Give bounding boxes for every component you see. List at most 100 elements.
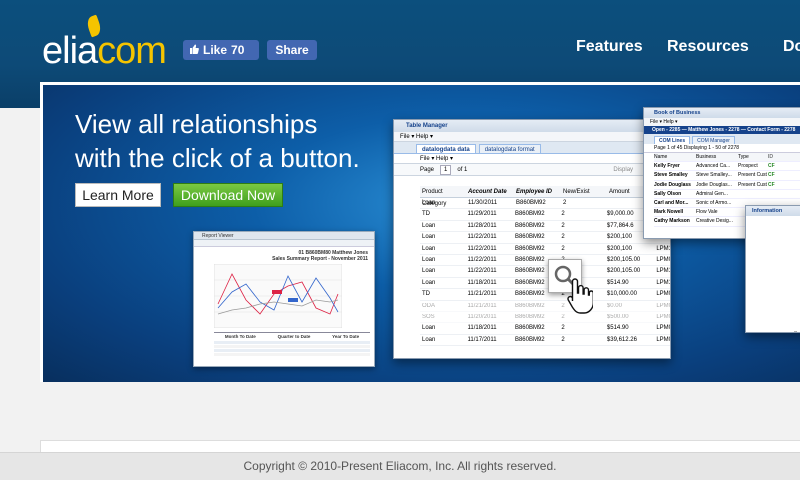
report-window-title: Report Viewer [194,232,374,240]
info-field-label: Birt [746,216,800,225]
table-row[interactable]: ODA 11/21/2011 B860BM92 2 $0.00 LPM0 [420,301,671,312]
col-name[interactable]: Name [654,153,696,161]
download-now-button[interactable]: Download Now [173,183,283,207]
info-field-label: Produ [746,269,800,278]
col-business[interactable]: Business [696,153,738,161]
cell-product-category: Loan [422,325,436,332]
cell-type [738,190,768,198]
hero-headline: View all relationships with the click of… [75,107,360,175]
tab-com-lines[interactable]: COM Lines [654,136,691,144]
nav-features[interactable]: Features [576,38,643,56]
cell-new-exist: 2 [563,200,567,206]
book-title: Book of Business [644,108,800,118]
table-row[interactable]: TD11/29/2011B860BM922$9,000.00LPM0 [420,209,670,221]
cell-name: Cathy Markson [654,218,690,225]
cell-employee-id: B860BM92 [514,302,545,309]
pager-label: Page [420,167,435,173]
col-product-category[interactable]: Product Category [420,186,468,207]
table-row[interactable]: Loan11/28/2011B860BM922$77,864.6LPM0 [420,221,670,233]
cell-amount: $0.00 [606,302,622,309]
info-field-label: Extra L [746,225,800,234]
info-field-label: Send Calen [746,330,800,332]
cell-new-exist: 2 [561,245,565,252]
col-employee-id[interactable]: Employee ID [516,186,563,197]
cell-employee-id: B860BM92 [514,245,545,252]
information-fields: BirtExtra LExtra ESend CEmpEmpProduEmpCu… [746,216,800,332]
site-footer: Copyright © 2010-Present Eliacom, Inc. A… [0,452,800,480]
cell-product-category: TD [422,291,430,298]
cell-account-date: 11/22/2011 [467,234,497,241]
report-title-line2: Sales Summary Report - November 2011 [272,256,368,262]
info-field-label: Lo [746,304,800,313]
cell-business: Flow Vale [696,209,718,216]
table-row[interactable]: SOS 11/20/2011 B860BM92 2 $500.00 LPM0 [420,312,670,324]
table-row[interactable]: Loan 11/30/2011 B860BM92 2 [420,198,670,210]
nav-download[interactable]: Do [783,38,800,56]
learn-more-button[interactable]: Learn More [75,183,161,207]
cell-amount: $200,105.00 [606,256,641,263]
col-new-exist[interactable]: New/Exist [563,186,609,197]
hero-banner: View all relationships with the click of… [40,82,800,382]
cell-business: Sonic of Armo... [696,199,732,206]
col-account-date[interactable]: Account Date [468,186,516,197]
tab-datalogdata-data[interactable]: datalogdata data [416,144,476,153]
col-id[interactable]: ID [768,153,788,161]
cell-tag: LPM0 [656,291,671,298]
cell-amount: $514.90 [606,325,629,332]
copyright-text: Copyright © 2010-Present Eliacom, Inc. A… [243,459,557,473]
cell-tag: LPM1 [656,268,671,275]
cell-business: Creative Desig... [696,218,733,225]
col-type[interactable]: Type [738,153,768,161]
book-row[interactable]: Sally Olson Admiral Gen... [654,190,800,199]
info-field-label: Emp [746,278,800,287]
book-row[interactable]: Jodie Douglass Jodie Douglas... Present Cu… [654,181,800,190]
cell-amount: $514.90 [606,279,629,286]
table-row[interactable]: Loan11/22/2011B860BM922$200,100LPM1 [420,244,670,255]
cell-type: Present Cust [738,172,767,179]
table-row[interactable]: Loan11/22/2011B860BM922$200,105.00LPM0 [420,255,671,267]
cell-name: Kelly Fryer [654,163,680,170]
report-header-qtd: Quarter to Date [277,334,311,339]
cell-employee-id: B860BM92 [514,222,545,229]
page-input[interactable]: 1 [440,165,452,175]
cell-account-date: 11/17/2011 [467,336,497,343]
info-field-label: Emp [746,260,800,269]
cell-account-date: 11/21/2011 [467,291,497,298]
table-row[interactable]: Loan 11/18/2011 B860BM92 2 $514.90 LPM0 [420,323,670,335]
cell-amount: $200,105.00 [606,268,641,275]
cell-tag: LPM0 [656,336,671,343]
cell-product-category: Loan [422,222,436,229]
cell-product-category: SOS [422,313,435,320]
report-toolbar [194,240,374,247]
table-row[interactable]: Loan11/22/2011B860BM922$200,105.00LPM1 [420,266,671,278]
table-manager-submenu[interactable]: File ▾ Help ▾ [394,154,670,164]
table-row[interactable]: Loan11/22/2011B860BM922$200,100LPM1 [420,232,670,244]
table-row[interactable]: Loan11/18/2011B860BM922$514.90LPM1 [420,278,671,290]
cell-product-category: TD [422,211,430,218]
book-menu[interactable]: File ▾ Help ▾ [644,118,800,126]
cell-name: Mark Nowell [654,209,684,216]
tab-com-manager[interactable]: COM Manager [692,136,735,144]
cell-name: Carl and Mor... [654,199,689,206]
table-manager-menu[interactable]: File ▾ Help ▾ [394,132,670,142]
cell-amount: $200,100 [606,245,632,252]
cell-tag: LPM0 [656,302,671,309]
nav-resources[interactable]: Resources [667,38,749,56]
cell-employee-id: B860BM92 [514,211,545,218]
table-row[interactable]: TD 11/21/2011 B860BM92 2 $10,000.00 LPM0 [420,289,671,301]
hero-headline-line1: View all relationships [75,109,318,139]
table-manager-title: Table Manager [394,120,670,132]
cell-name: Steve Smalley [654,172,688,179]
book-row[interactable]: Steve Smalley Steve Smalley... Present Cus… [654,171,800,181]
cell-new-exist: 2 [561,222,565,229]
cell-tag: LPM0 [656,256,671,263]
book-row[interactable]: Kelly Fryer Advanced Ca... Prospect CF [654,162,800,172]
table-row[interactable]: Loan 11/17/2011 B860BM92 2 $39,612.26 LPM0 [420,335,671,347]
cell-product-category: Loan [422,279,436,286]
cell-new-exist: 2 [561,336,565,343]
cell-tag: LPM1 [656,279,671,286]
cell-new-exist: 2 [561,325,565,332]
tab-datalogdata-format[interactable]: datalogdata format [478,144,541,153]
cell-business: Admiral Gen... [696,190,728,197]
info-field-label: Ref P [746,295,800,304]
